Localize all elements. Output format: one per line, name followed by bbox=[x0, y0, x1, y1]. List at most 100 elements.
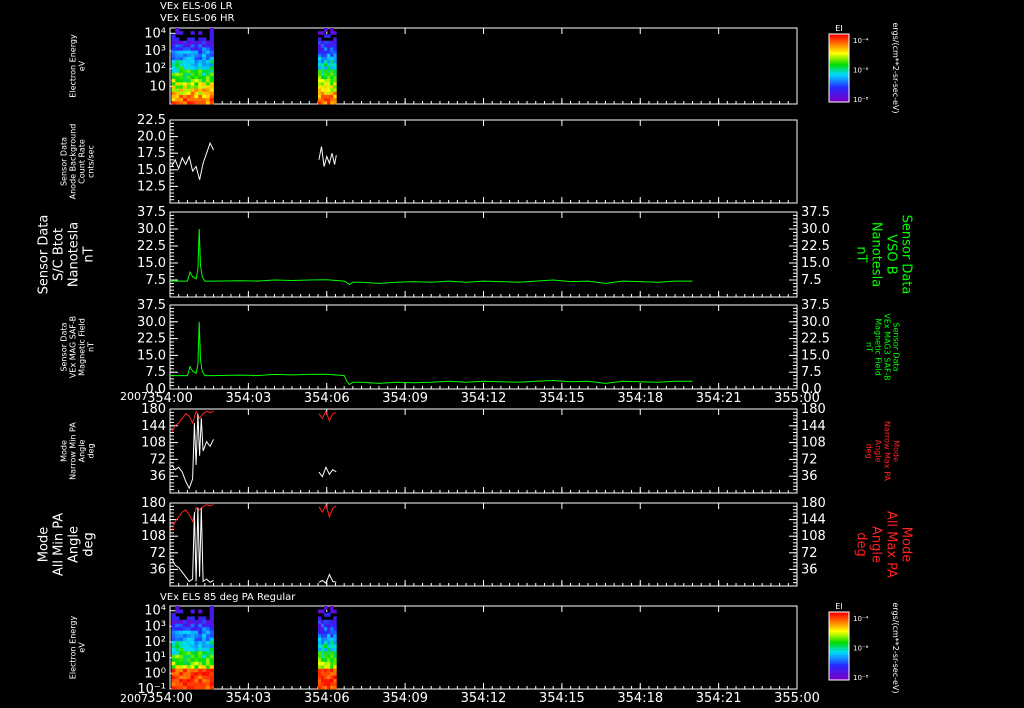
heatmap-cell bbox=[333, 630, 337, 635]
y-axis-title-line: deg bbox=[82, 532, 97, 557]
heatmap-cell bbox=[321, 59, 325, 64]
heatmap-cell bbox=[324, 647, 328, 652]
heatmap-cell bbox=[186, 62, 191, 67]
heatmap-cell bbox=[183, 97, 188, 102]
heatmap-cell bbox=[190, 62, 195, 67]
heatmap-cell bbox=[202, 53, 207, 57]
heatmap-cell bbox=[198, 623, 203, 628]
y-tick-label-right: 30.0 bbox=[801, 315, 830, 330]
heatmap-cell bbox=[190, 682, 195, 686]
heatmap-cell bbox=[194, 53, 199, 57]
heatmap-cell bbox=[194, 69, 199, 73]
panel-narrow-pa: 36 3672 72108 108144 144180 180Mode Narrow Min… bbox=[60, 402, 901, 494]
series-line bbox=[171, 413, 214, 490]
y-axis-title-right-line: Sensor Data bbox=[899, 215, 914, 295]
heatmap-cell bbox=[183, 640, 188, 645]
panel-electron-energy-bottom: 10⁻¹10⁰10¹10²10³10⁴Electron Energy eV bbox=[69, 604, 798, 697]
heatmap-cell bbox=[190, 40, 195, 45]
heatmap-cell bbox=[186, 88, 191, 92]
heatmap-cell bbox=[318, 661, 322, 666]
heatmap-cell bbox=[194, 626, 199, 631]
heatmap-cell bbox=[202, 678, 207, 683]
colorbar-units: ergs/(cm**2-sr-sec-eV) bbox=[891, 22, 900, 113]
heatmap-cell bbox=[321, 661, 325, 666]
heatmap-cell bbox=[205, 88, 211, 92]
heatmap-cell bbox=[321, 43, 325, 48]
heatmap-cell bbox=[198, 664, 203, 669]
heatmap-cell bbox=[179, 651, 184, 655]
heatmap-cell bbox=[194, 630, 199, 635]
heatmap-cell bbox=[324, 34, 328, 38]
heatmap-cell bbox=[330, 651, 334, 655]
heatmap-cell bbox=[327, 637, 331, 641]
heatmap-cell bbox=[171, 78, 176, 83]
heatmap-cell bbox=[194, 661, 199, 666]
heatmap-cell bbox=[190, 668, 195, 673]
heatmap-cell bbox=[205, 619, 211, 624]
x-tick-label: 354:12 bbox=[461, 691, 507, 706]
heatmap-cell bbox=[333, 664, 337, 669]
heatmap-cell bbox=[209, 56, 214, 61]
x-tick-label: 354:06 bbox=[304, 691, 350, 706]
heatmap-cell bbox=[333, 619, 337, 624]
y-tick-label: 20.0 bbox=[137, 130, 166, 145]
heatmap-cell bbox=[186, 97, 191, 102]
heatmap-cell bbox=[190, 100, 195, 105]
heatmap-cell bbox=[171, 91, 176, 95]
heatmap-cell bbox=[327, 85, 331, 89]
x-tick-label: 354:21 bbox=[696, 391, 742, 406]
y-axis-title-right-line: VEx MAG3 SAF-B bbox=[883, 313, 892, 380]
heatmap-cell bbox=[333, 40, 337, 45]
y-tick-label-right: 7.5 bbox=[801, 365, 822, 380]
heatmap-cell bbox=[321, 623, 325, 628]
x-tick-label: 354:15 bbox=[539, 391, 585, 406]
heatmap-cell bbox=[186, 616, 191, 621]
heatmap-cell bbox=[171, 47, 176, 51]
heatmap-cell bbox=[190, 626, 195, 631]
heatmap-cell bbox=[179, 675, 184, 680]
y-axis-title-right-line: Narrow Max PA bbox=[883, 421, 892, 482]
heatmap-cell bbox=[324, 671, 328, 676]
y-tick-label-right: 37.5 bbox=[801, 205, 830, 220]
heatmap-cell bbox=[179, 630, 184, 635]
heatmap-cell bbox=[324, 85, 328, 89]
y-axis-title-line: cnts/sec bbox=[87, 145, 96, 178]
heatmap-cell bbox=[171, 97, 176, 102]
heatmap-cell bbox=[179, 609, 184, 614]
heatmap-cell bbox=[318, 47, 322, 51]
y-tick-label: 10² bbox=[144, 62, 166, 77]
heatmap-cell bbox=[318, 664, 322, 669]
heatmap-cell bbox=[194, 668, 199, 673]
x-tick-label: 354:18 bbox=[617, 391, 663, 406]
heatmap-cell bbox=[171, 100, 176, 105]
heatmap-cell bbox=[321, 630, 325, 635]
heatmap-cell bbox=[186, 623, 191, 628]
heatmap-cell bbox=[205, 43, 211, 48]
heatmap-cell bbox=[318, 88, 322, 92]
heatmap-cell bbox=[209, 661, 214, 666]
heatmap-cell bbox=[194, 56, 199, 61]
y-tick-label: 10⁴ bbox=[144, 604, 166, 619]
heatmap-cell bbox=[333, 682, 337, 686]
heatmap-cell bbox=[324, 91, 328, 95]
x-tick-label: 355:00 bbox=[774, 691, 820, 706]
heatmap-cell bbox=[190, 623, 195, 628]
heatmap-cell bbox=[175, 40, 180, 45]
heatmap-cell bbox=[324, 664, 328, 669]
heatmap-cell bbox=[202, 654, 207, 659]
y-tick-label-right: 108 bbox=[801, 436, 826, 451]
heatmap-cell bbox=[209, 75, 214, 80]
heatmap-cell bbox=[324, 81, 328, 86]
panel-electron-energy-top: 10 10² 10³ 10⁴ Electron Energy eV bbox=[69, 26, 798, 105]
heatmap-cell bbox=[179, 654, 184, 659]
y-axis-title-line: eV bbox=[78, 60, 87, 71]
heatmap-cell bbox=[330, 69, 334, 73]
heatmap-cell bbox=[205, 675, 211, 680]
heatmap-cell bbox=[327, 47, 331, 51]
heatmap-cell bbox=[190, 675, 195, 680]
heatmap-cell bbox=[198, 50, 203, 54]
heatmap-cell bbox=[333, 685, 337, 690]
heatmap-cell bbox=[171, 619, 176, 624]
heatmap-cell bbox=[186, 682, 191, 686]
heatmap-cell bbox=[324, 644, 328, 648]
